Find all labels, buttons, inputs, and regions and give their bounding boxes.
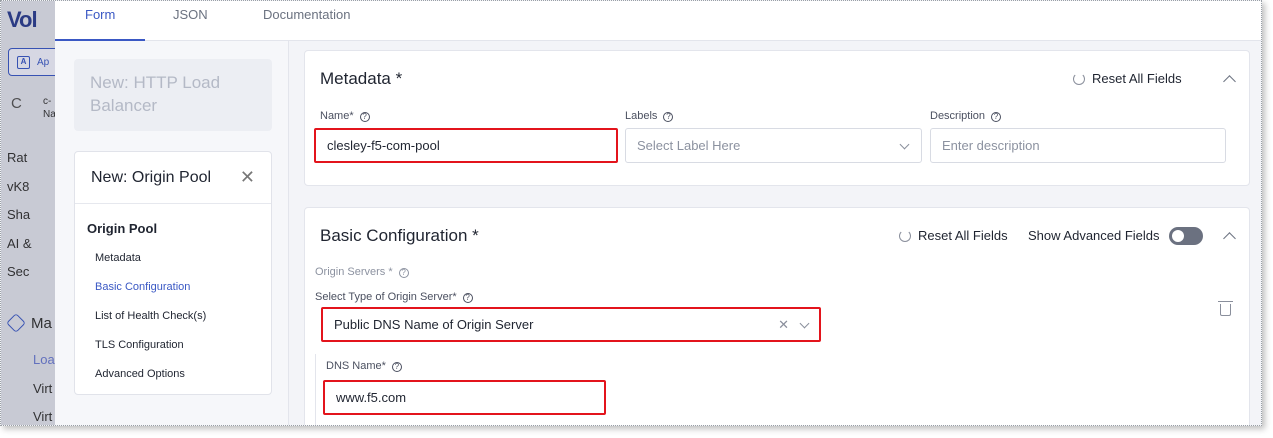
origin-type-text: Select Type of Origin Server*	[315, 291, 457, 303]
chevron-down-icon	[799, 318, 810, 329]
origin-type-value: Public DNS Name of Origin Server	[334, 317, 534, 332]
dns-name-text: DNS Name*	[326, 360, 386, 372]
labels-label: Labels?	[625, 110, 674, 122]
dns-name-field[interactable]: www.f5.com	[323, 380, 606, 415]
description-label-text: Description	[930, 110, 986, 122]
clear-icon[interactable]: ✕	[778, 309, 789, 340]
name-label: Name*?	[320, 110, 370, 122]
form-nav-column: New: HTTP Load Balancer New: Origin Pool…	[55, 41, 289, 425]
form-nav-header: New: Origin Pool ✕	[75, 152, 271, 204]
help-icon[interactable]: ?	[398, 268, 409, 278]
help-icon[interactable]: ?	[991, 112, 1002, 122]
section-title: Metadata *	[320, 69, 403, 88]
labels-placeholder: Select Label Here	[637, 138, 741, 153]
indent-line	[315, 354, 316, 425]
form-main: Metadata * Reset All Fields Name*? clesl…	[289, 41, 1261, 425]
form-nav-link-tls-configuration[interactable]: TLS Configuration	[95, 339, 184, 351]
basic-reset-button[interactable]: Reset All Fields	[899, 228, 1008, 243]
parent-object-card[interactable]: New: HTTP Load Balancer	[74, 59, 272, 131]
collapse-chevron-icon[interactable]	[1223, 75, 1236, 88]
chevron-down-icon	[899, 139, 910, 150]
section-title: Basic Configuration *	[320, 226, 479, 245]
show-advanced-fields-label: Show Advanced Fields	[1028, 228, 1160, 243]
metadata-section: Metadata * Reset All Fields Name*? clesl…	[304, 50, 1250, 186]
form-nav-card: New: Origin Pool ✕ Origin Pool Metadata …	[74, 151, 272, 395]
help-icon[interactable]: ?	[462, 293, 473, 303]
name-label-text: Name*	[320, 110, 354, 122]
overlay-dim	[1, 1, 55, 425]
dns-name-label: DNS Name*?	[326, 360, 402, 372]
collapse-chevron-icon[interactable]	[1223, 232, 1236, 245]
form-nav-group[interactable]: Origin Pool	[87, 221, 157, 236]
labels-select[interactable]: Select Label Here	[625, 128, 922, 163]
tab-bar: Form JSON Documentation	[54, 1, 1261, 41]
tab-form[interactable]: Form	[54, 1, 147, 41]
trash-icon[interactable]	[1218, 301, 1233, 316]
app-sidebar: Vol A Ap C c- Na Rat vK8 Sha AI & Sec Ma…	[1, 1, 55, 425]
help-icon[interactable]: ?	[391, 362, 402, 372]
reset-label: Reset All Fields	[918, 228, 1008, 243]
tab-json[interactable]: JSON	[173, 1, 208, 41]
origin-servers-label: Origin Servers *?	[315, 266, 409, 278]
form-nav-link-advanced-options[interactable]: Advanced Options	[95, 368, 185, 380]
labels-label-text: Labels	[625, 110, 658, 122]
app-window: Vol A Ap C c- Na Rat vK8 Sha AI & Sec Ma…	[0, 0, 1262, 426]
refresh-icon	[1073, 73, 1085, 85]
show-advanced-fields-toggle[interactable]	[1169, 227, 1203, 245]
help-icon[interactable]: ?	[663, 112, 674, 122]
origin-type-select[interactable]: Public DNS Name of Origin Server ✕	[321, 307, 821, 342]
origin-type-label: Select Type of Origin Server*?	[315, 291, 473, 303]
form-nav-link-health-checks[interactable]: List of Health Check(s)	[95, 310, 206, 322]
tab-documentation[interactable]: Documentation	[263, 1, 350, 41]
refresh-icon	[899, 230, 911, 242]
description-field[interactable]: Enter description	[930, 128, 1226, 163]
metadata-reset-button[interactable]: Reset All Fields	[1073, 71, 1182, 86]
origin-servers-text: Origin Servers *	[315, 266, 393, 278]
reset-label: Reset All Fields	[1092, 71, 1182, 86]
form-title: New: Origin Pool	[91, 169, 212, 186]
basic-configuration-section: Basic Configuration * Reset All Fields S…	[304, 207, 1250, 425]
form-nav-link-basic-configuration[interactable]: Basic Configuration	[95, 281, 190, 293]
help-icon[interactable]: ?	[359, 112, 370, 122]
name-field[interactable]: clesley-f5-com-pool	[314, 128, 618, 163]
close-icon[interactable]: ✕	[240, 167, 255, 188]
description-label: Description?	[930, 110, 1002, 122]
form-nav-link-metadata[interactable]: Metadata	[95, 252, 141, 264]
